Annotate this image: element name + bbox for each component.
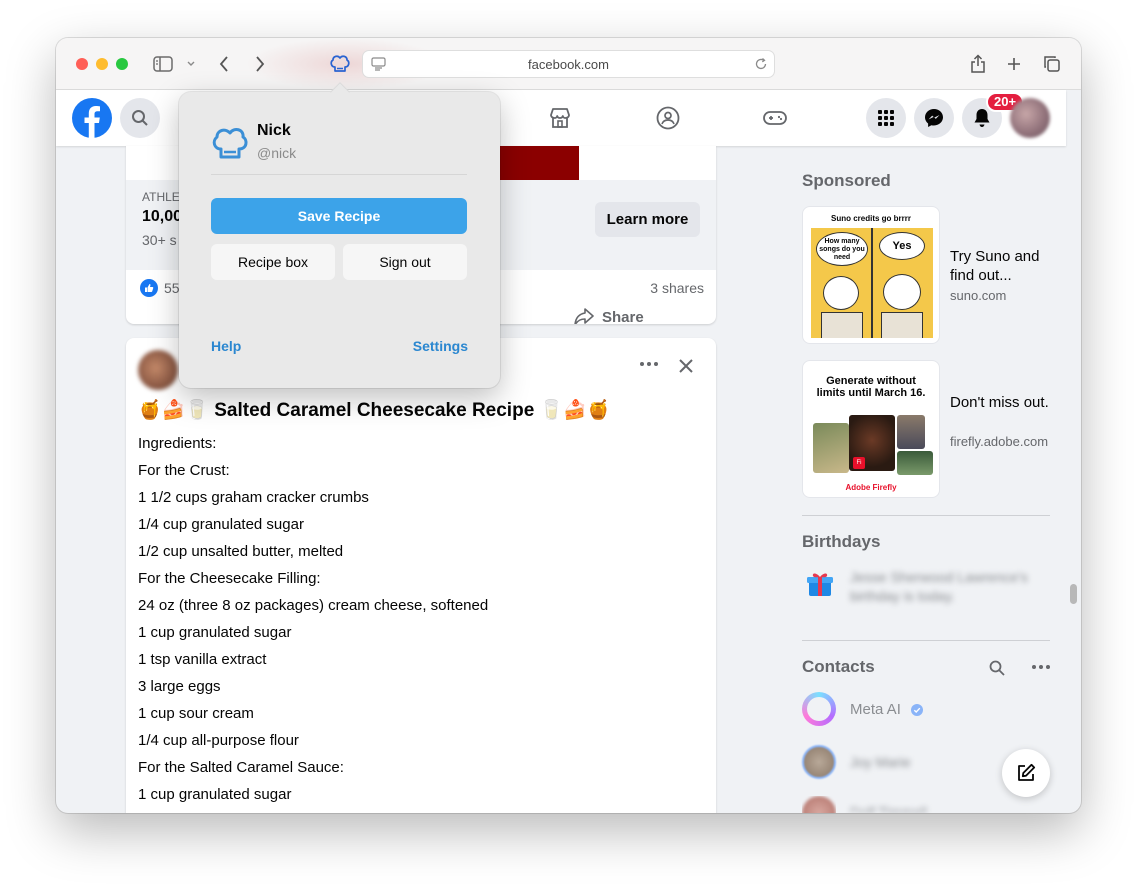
suno-ad-title[interactable]: Try Suno and find out... [950,247,1060,285]
recipe-line: 24 oz (three 8 oz packages) cream cheese… [138,597,489,614]
recipe-line: 1 cup granulated sugar [138,624,292,641]
reactions-count[interactable]: 55 [164,280,180,296]
recipe-line: For the Crust: [138,462,230,479]
gift-icon [806,570,834,603]
recipe-line: 1 tsp vanilla extract [138,651,267,668]
rage-face-right [883,274,921,310]
suno-ad-thumbnail[interactable]: Suno credits go brrrr How many songs do … [802,206,940,344]
like-reaction-icon [140,279,158,297]
recipe-line: 1/2 cup unsalted butter, melted [138,543,344,560]
meta-ai-contact-name[interactable]: Meta AI [850,701,901,718]
menu-grid-icon[interactable] [866,98,906,138]
sidebar-divider [802,640,1050,641]
suno-comic-panel: How many songs do you need Yes [811,228,933,338]
marketplace-icon[interactable] [548,106,572,135]
recipe-line: 1/4 cup granulated sugar [138,516,304,533]
browser-toolbar: facebook.com [56,38,1081,90]
chef-hat-icon [211,125,249,166]
popup-user-name: Nick [257,122,291,139]
minimize-window-button[interactable] [96,58,108,70]
gaming-icon[interactable] [762,106,788,135]
firefly-thumb-caption: Generate without limits until March 16. [816,375,926,399]
close-post-icon[interactable] [678,358,694,379]
messenger-icon[interactable] [914,98,954,138]
chevron-down-icon[interactable] [184,52,198,76]
learn-more-button[interactable]: Learn more [595,202,700,237]
contact-name[interactable]: Joy Marie [850,754,911,770]
suno-thumb-caption: Suno credits go brrrr [830,214,911,223]
sidebar-divider [802,515,1050,516]
close-window-button[interactable] [76,58,88,70]
share-icon[interactable] [968,52,988,76]
rage-face-left [823,276,859,310]
new-message-button[interactable] [1002,749,1050,797]
browser-window: facebook.com 20+ ATHLE 10,00 30+ s 55 3 … [56,38,1081,813]
recipe-line: 1 cup sour cream [138,705,254,722]
facebook-logo[interactable] [72,98,112,138]
ad-headline: 10,00 [142,208,183,225]
sponsored-heading: Sponsored [802,171,891,190]
firefly-ad-url: firefly.adobe.com [950,434,1049,449]
birthday-text[interactable]: Jesse Sherwood Lawrence's birthday is to… [850,568,1030,606]
ad-label: ATHLE [142,190,180,204]
firefly-ad-title[interactable]: Don't miss out. [950,393,1060,412]
forward-icon[interactable] [252,52,268,76]
recipe-line: 1 1/2 cups graham cracker crumbs [138,489,369,506]
contact-avatar[interactable] [802,745,836,779]
verified-badge-icon [911,703,923,721]
recipe-line: For the Cheesecake Filling: [138,570,321,587]
profile-avatar[interactable] [1010,98,1050,138]
contacts-search-icon[interactable] [989,660,1005,681]
recipe-line: Ingredients: [138,435,217,452]
contact-name[interactable]: Dolf Timmell [850,804,927,813]
recipe-line: 3 large eggs [138,678,221,695]
groups-icon[interactable] [656,106,680,135]
ad-image [498,146,579,180]
recipe-extension-popup: Nick @nick Save Recipe Recipe box Sign o… [179,82,500,388]
tab-overview-icon[interactable] [1042,52,1062,76]
poster-avatar[interactable] [138,350,178,390]
help-link[interactable]: Help [211,338,241,354]
popup-divider [211,174,467,175]
more-options-icon[interactable] [640,362,658,366]
share-label: Share [602,308,644,325]
url-text: facebook.com [528,57,609,72]
settings-link[interactable]: Settings [413,338,468,354]
recipe-extension-icon[interactable] [328,52,352,76]
recipe-box-button[interactable]: Recipe box [211,244,335,280]
sidebar-toggle-icon[interactable] [152,52,174,76]
zoom-window-button[interactable] [116,58,128,70]
search-icon[interactable] [120,98,160,138]
meta-ai-avatar[interactable] [802,692,836,726]
contacts-heading: Contacts [802,657,875,676]
back-icon[interactable] [216,52,232,76]
shares-count[interactable]: 3 shares [650,280,704,296]
ad-subline: 30+ s [142,232,177,248]
compose-icon [1018,763,1036,781]
save-recipe-button[interactable]: Save Recipe [211,198,467,234]
share-button[interactable]: Share [574,308,644,324]
suno-bubble-left: How many songs do you need [816,232,868,266]
contact-avatar[interactable] [802,796,836,813]
firefly-ad-thumbnail[interactable]: Generate without limits until March 16. … [802,360,940,498]
suno-bubble-right: Yes [879,232,925,260]
suno-ad-url: suno.com [950,288,1007,303]
new-tab-icon[interactable] [1004,52,1024,76]
contacts-more-icon[interactable] [1032,665,1050,669]
share-arrow-icon [574,308,594,324]
recipe-line: 1/4 cup all-purpose flour [138,732,299,749]
reload-icon[interactable] [754,57,768,76]
sign-out-button[interactable]: Sign out [343,244,467,280]
recipe-line: For the Salted Caramel Sauce: [138,759,344,776]
firefly-brand: Adobe Firefly [845,483,897,492]
address-bar[interactable]: facebook.com [362,50,775,78]
page-scrollbar[interactable] [1070,584,1077,604]
recipe-title: 🍯🍰🥛 Salted Caramel Cheesecake Recipe 🥛🍰🍯 [138,400,611,421]
birthdays-heading: Birthdays [802,532,881,551]
recipe-line: 1 cup granulated sugar [138,786,292,803]
popup-user-handle: @nick [257,145,297,161]
